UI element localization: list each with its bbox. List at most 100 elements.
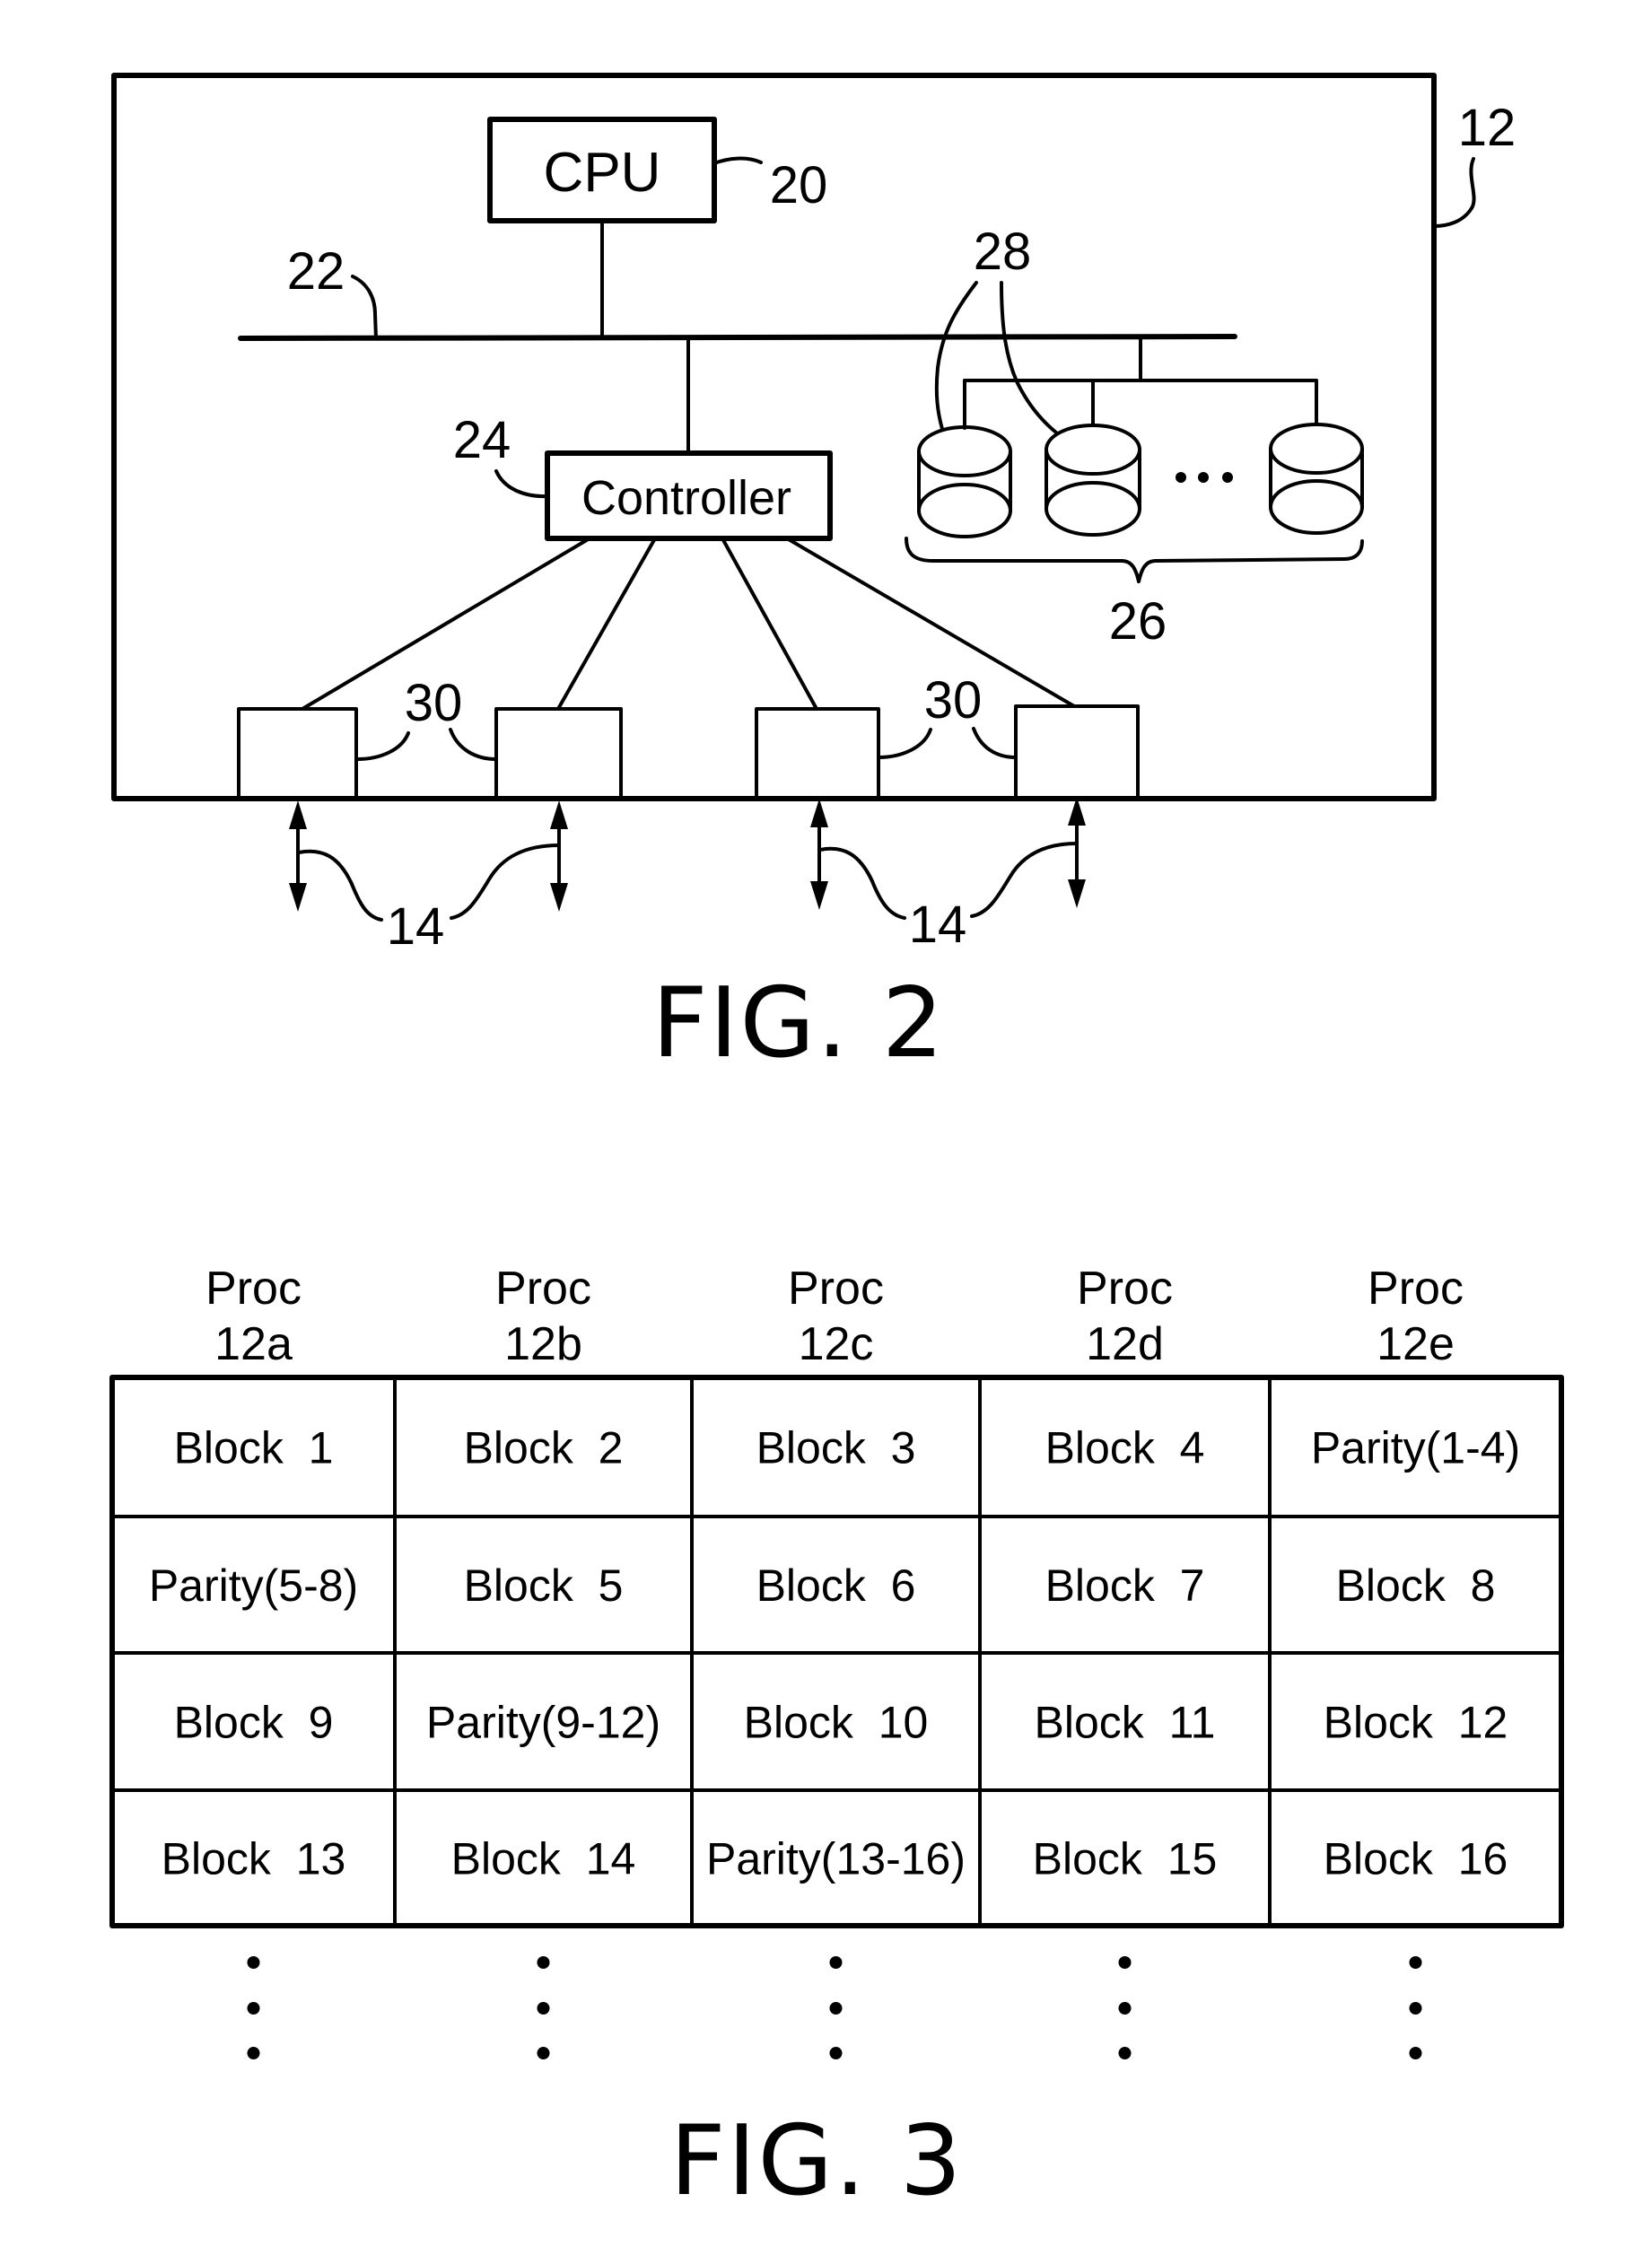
link-leader-3 [818, 846, 906, 920]
continuation-dot [247, 1956, 260, 1969]
parity-cell: Parity(1-4) [1311, 1423, 1520, 1473]
controller-label: Controller [581, 471, 791, 525]
controller-leader-line [494, 469, 549, 499]
block-cell: Block 11 [1035, 1698, 1216, 1748]
processor-leader-line [1432, 157, 1476, 228]
disk-array-brace [905, 537, 1364, 583]
cpu-ref-label: 20 [770, 156, 828, 214]
block-cell: Block 13 [162, 1834, 346, 1884]
port-box-4 [1014, 704, 1140, 800]
block-cell: Block 14 [451, 1834, 636, 1884]
port-box-2 [494, 707, 623, 800]
port-ref-label-right: 30 [924, 671, 983, 730]
continuation-dot [247, 2002, 260, 2015]
block-cell: Block 8 [1336, 1560, 1496, 1611]
fig3-stripe-table: Proc12aProc12bProc12cProc12dProc12e Bloc… [109, 1263, 1564, 2059]
disk-ref-label: 28 [974, 223, 1032, 281]
bus-leader-line [351, 275, 378, 340]
block-cell: Block 4 [1045, 1423, 1205, 1473]
column-header-proc: Proc [205, 1263, 302, 1315]
block-cell: Block 7 [1045, 1560, 1205, 1611]
column-continuation-dots [247, 1956, 260, 2059]
parity-cell: Parity(5-8) [149, 1560, 358, 1611]
column-continuation-dots [829, 1956, 843, 2059]
controller-ref-label: 24 [453, 411, 511, 469]
processor-ref-label: 12 [1458, 99, 1517, 157]
fig3-caption: FIG. 3 [669, 2105, 963, 2217]
port-leader-4 [972, 727, 1018, 759]
table-row: Block 13 Block 14 Parity(13-16) Block 15 Blo… [162, 1834, 1508, 1884]
controller-link-3 [721, 537, 818, 711]
table-row: Block 1 Block 2 Block 3 Block 4 Parity(1-4) [174, 1423, 1521, 1473]
fig2-caption: FIG. 2 [651, 967, 945, 1080]
continuation-dot [537, 2047, 550, 2059]
link-leader-2 [450, 844, 561, 920]
block-cell: Block 2 [464, 1423, 624, 1473]
block-cell: Block 3 [756, 1423, 916, 1473]
table-row: Parity(5-8) Block 5 Block 6 Block 7 Block 8 [149, 1560, 1496, 1611]
column-header-id: 12e [1377, 1318, 1455, 1370]
link-leader-4 [970, 842, 1079, 918]
parity-cell: Parity(13-16) [706, 1834, 966, 1884]
column-header-id: 12a [214, 1318, 293, 1370]
port-box-3 [755, 707, 880, 800]
link-arrow-1 [289, 800, 307, 912]
link-ref-label-left: 14 [387, 897, 445, 956]
link-arrow-3 [810, 799, 828, 910]
column-continuation-dots [537, 1956, 550, 2059]
column-header-proc: Proc [1368, 1263, 1464, 1315]
continuation-dot [1409, 2047, 1422, 2059]
disk-array-ref-label: 26 [1109, 592, 1167, 651]
continuation-dot [1118, 2002, 1132, 2015]
block-cell: Block 5 [464, 1560, 624, 1611]
port-ref-label-left: 30 [405, 674, 463, 732]
link-ref-label-right: 14 [909, 896, 967, 954]
controller-link-2 [556, 537, 657, 711]
continuation-dot [537, 2002, 550, 2015]
column-header-id: 12c [799, 1318, 874, 1370]
link-arrow-4 [1068, 797, 1086, 908]
block-cell: Block 16 [1324, 1834, 1508, 1884]
disk-ellipsis-dots [1176, 472, 1233, 483]
column-header-id: 12b [504, 1318, 582, 1370]
disk-icon [917, 425, 1012, 538]
column-continuation-dots [1118, 1956, 1132, 2059]
continuation-dot [1409, 2002, 1422, 2015]
disk-leader-1 [934, 281, 978, 431]
disk-icon [1045, 424, 1141, 537]
continuation-dot [829, 2002, 843, 2015]
port-leader-2 [449, 728, 498, 761]
continuation-dot [247, 2047, 260, 2059]
block-cell: Block 10 [744, 1698, 929, 1748]
continuation-dot [829, 1956, 843, 1969]
column-header-proc: Proc [1077, 1263, 1173, 1315]
port-leader-3 [877, 728, 932, 759]
parity-cell: Parity(9-12) [426, 1698, 660, 1748]
cpu-leader-line [712, 156, 763, 165]
disk-leader-2 [1000, 281, 1058, 434]
fig2-diagram: 12 CPU 20 22 Controller 24 30 30 14 14 2… [111, 73, 1517, 956]
column-header-proc: Proc [495, 1263, 591, 1315]
port-box-1 [237, 707, 358, 800]
block-cell: Block 15 [1033, 1834, 1218, 1884]
patent-drawing-sheet: 12 CPU 20 22 Controller 24 30 30 14 14 2… [109, 73, 1564, 2217]
continuation-dot [1118, 1956, 1132, 1969]
block-cell: Block 12 [1324, 1698, 1508, 1748]
column-continuation-dots [1409, 1956, 1422, 2059]
column-headers: Proc12aProc12bProc12cProc12dProc12e [205, 1263, 1464, 1370]
disk-icon [1269, 423, 1364, 535]
continuation-dot [1118, 2047, 1132, 2059]
block-cell: Block 1 [174, 1423, 334, 1473]
continuation-dot [537, 1956, 550, 1969]
column-header-id: 12d [1086, 1318, 1164, 1370]
block-cell: Block 6 [756, 1560, 916, 1611]
column-header-proc: Proc [788, 1263, 884, 1315]
continuation-dots [247, 1956, 1422, 2059]
continuation-dot [1409, 1956, 1422, 1969]
port-leader-1 [355, 731, 410, 761]
system-bus [238, 334, 1237, 341]
bus-ref-label: 22 [287, 242, 345, 301]
table-row: Block 9 Parity(9-12) Block 10 Block 11 Block… [174, 1698, 1508, 1748]
cpu-label: CPU [544, 142, 661, 204]
link-leader-1 [297, 849, 383, 922]
